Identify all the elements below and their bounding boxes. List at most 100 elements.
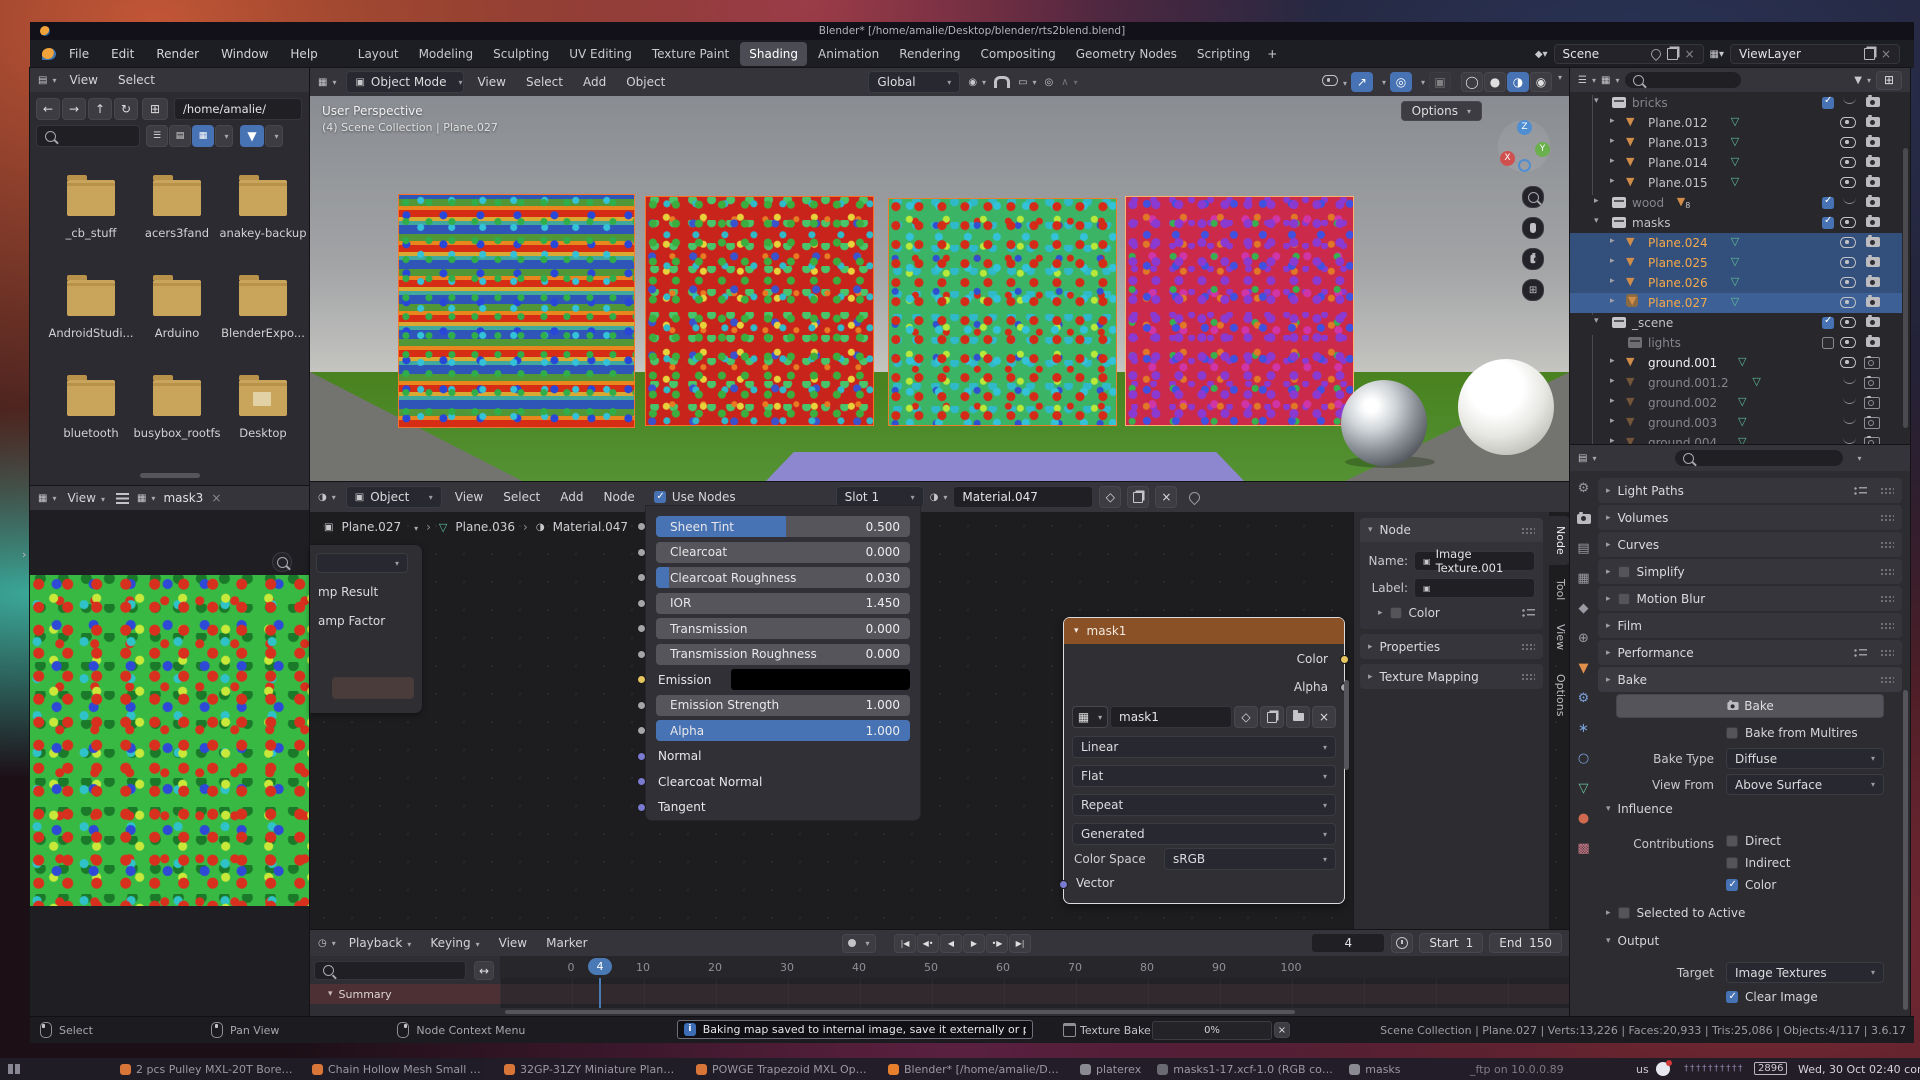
editor-type-icon[interactable]: ▤ [38,75,56,86]
panel-checkbox[interactable] [1618,593,1630,605]
taskbar-window-button[interactable]: Blender* [/home/amalie/Desktop/ble... [888,1063,1064,1076]
eye-icon[interactable] [1840,217,1856,228]
filter-icon[interactable]: ▼ [240,125,264,147]
node-input-row[interactable]: Clearcoat Normal [656,771,910,792]
node-enum-dropdown[interactable]: Generated [1072,823,1336,845]
material-icon[interactable]: ◑ [930,492,948,503]
view-from-dropdown[interactable]: Above Surface [1726,774,1884,795]
expander-icon[interactable]: ▾ [1594,316,1599,326]
vertical-list-button[interactable]: ☰ [146,125,168,147]
expander-icon[interactable]: ▸ [1610,236,1615,246]
editor-type-icon[interactable]: ◑ [318,492,336,503]
properties-editor[interactable]: ▤ ⚙▤▦◆⊕▼⚙∗○▽●▩ Light Paths Volumes [1570,445,1910,1016]
image-name[interactable]: mask3 [163,491,203,505]
unlink-icon[interactable]: × [1155,486,1177,508]
workspace-tab[interactable]: Geometry Nodes [1067,42,1186,66]
outliner-row[interactable]: ▸▼Plane.012▽ [1570,113,1902,133]
color-space-dropdown[interactable]: sRGB [1164,848,1336,870]
color-checkbox[interactable] [1726,879,1738,891]
taskbar-window-button[interactable]: masks [1349,1063,1400,1076]
workspaces-icon[interactable] [8,1064,20,1074]
white-sphere[interactable] [1458,359,1554,455]
scene-icon[interactable]: ◆▾ [1535,49,1548,60]
cam-icon[interactable] [1866,297,1880,307]
pan-hand-icon[interactable] [1522,217,1544,239]
textured-plane-3[interactable] [888,198,1117,426]
unlink-icon[interactable]: × [1312,706,1336,728]
image-texture-node[interactable]: ▾mask1 Color Alpha ▦ mask1 ◇ × LinearFla… [1063,617,1345,904]
expand-icon[interactable]: ↔ [474,961,494,980]
shading-solid-button[interactable]: ● [1484,72,1506,92]
workspace-tab[interactable]: Sculpting [484,42,558,66]
menu-item[interactable]: Marker [543,936,590,950]
new-collection-button[interactable]: ⊞ [1876,71,1902,90]
sidebar-tab[interactable]: Options [1548,664,1570,726]
texture-icon[interactable]: ▩ [1570,835,1597,862]
filter-funnel-icon[interactable]: ▼ [1854,75,1871,86]
next-keyframe-button[interactable]: •▶ [986,934,1008,953]
fake-user-shield-icon[interactable]: ◇ [1099,486,1121,508]
menu-item[interactable]: Help [287,47,320,61]
node-input-row[interactable]: Alpha 1.000 [656,720,910,741]
menu-item[interactable]: Window [218,47,271,61]
cam-icon[interactable] [1866,117,1880,127]
panel-collapsed[interactable]: Light Paths [1598,478,1902,503]
expander-icon[interactable]: ▸ [1610,276,1615,286]
expander-icon[interactable]: ▸ [1610,256,1615,266]
menu-item[interactable]: View [496,936,530,950]
workspace-tab[interactable]: Shading [740,42,807,66]
eye-icon[interactable] [1840,277,1856,288]
scene-icon[interactable]: ◆ [1570,595,1597,622]
object-icon[interactable]: ▼ [1570,655,1597,682]
menu-item[interactable]: Select [523,75,566,89]
taskbar-window-button[interactable]: Chain Hollow Mesh Small Cock Ca... [312,1063,488,1076]
menu-icon[interactable] [116,493,129,504]
outliner-item-label[interactable]: Plane.025 [1648,256,1708,270]
node-enum-dropdown[interactable]: Repeat [1072,794,1336,816]
region-expand-arrow[interactable]: › [22,548,26,561]
mode-dropdown[interactable]: ▣Object Mode [346,71,464,93]
input-socket[interactable] [637,701,646,710]
node-enum-dropdown[interactable]: Linear [1072,736,1336,758]
gizmos-toggle[interactable]: ↗ [1351,72,1373,92]
direct-checkbox[interactable] [1726,835,1738,847]
indirect-checkbox[interactable] [1726,857,1738,869]
blender-titlebar[interactable]: Blender* [/home/amalie/Desktop/blender/r… [30,22,1914,40]
snap-settings-icon[interactable]: ▭ [1018,77,1036,88]
expander-icon[interactable]: ▸ [1610,116,1615,126]
expander-icon[interactable]: ▾ [1594,96,1599,106]
image-name-field[interactable]: mask1 [1110,706,1232,728]
node-input-row[interactable]: Emission [656,669,910,690]
chk-icon[interactable] [1822,97,1834,109]
drag-grip[interactable] [1880,649,1894,656]
menu-item[interactable]: Keying [427,936,482,950]
curve-icon[interactable] [1843,97,1856,104]
play-reverse-button[interactable]: ◀ [940,934,962,953]
scene-selector[interactable]: Scene × [1554,44,1704,64]
jump-to-start-button[interactable]: |◀ [894,934,916,953]
breadcrumb-object[interactable]: Plane.027 [341,520,401,534]
curve-icon[interactable] [1843,197,1856,204]
display-settings-dropdown[interactable] [215,125,233,147]
input-socket[interactable] [637,752,646,761]
material-name-field[interactable]: Material.047 [953,486,1093,508]
cam-icon[interactable] [1866,97,1880,107]
workspace-tab[interactable]: Rendering [890,42,969,66]
eye-icon[interactable] [1840,357,1856,368]
input-socket[interactable] [637,624,646,633]
close-icon[interactable]: × [1684,47,1694,61]
folder-item[interactable]: bluetooth [48,368,134,454]
expander-icon[interactable]: ▸ [1610,356,1615,366]
close-icon[interactable]: × [1881,47,1891,61]
outliner-row[interactable]: ▸▼Plane.025▽ [1570,253,1902,273]
color-swatch[interactable] [1390,607,1402,619]
chk-icon[interactable] [1822,317,1834,329]
eye-icon[interactable] [1840,177,1856,188]
search-input[interactable] [36,125,140,147]
menu-item[interactable]: Edit [108,47,137,61]
sidebar-panel-collapsed[interactable]: Properties [1360,634,1543,659]
clipped-node[interactable]: mp Result amp Factor [310,545,422,713]
node-input-row[interactable]: Clearcoat Roughness 0.030 [656,567,910,588]
outliner-row[interactable]: ▾bricks [1570,93,1902,113]
refresh-button[interactable]: ↻ [114,98,138,120]
